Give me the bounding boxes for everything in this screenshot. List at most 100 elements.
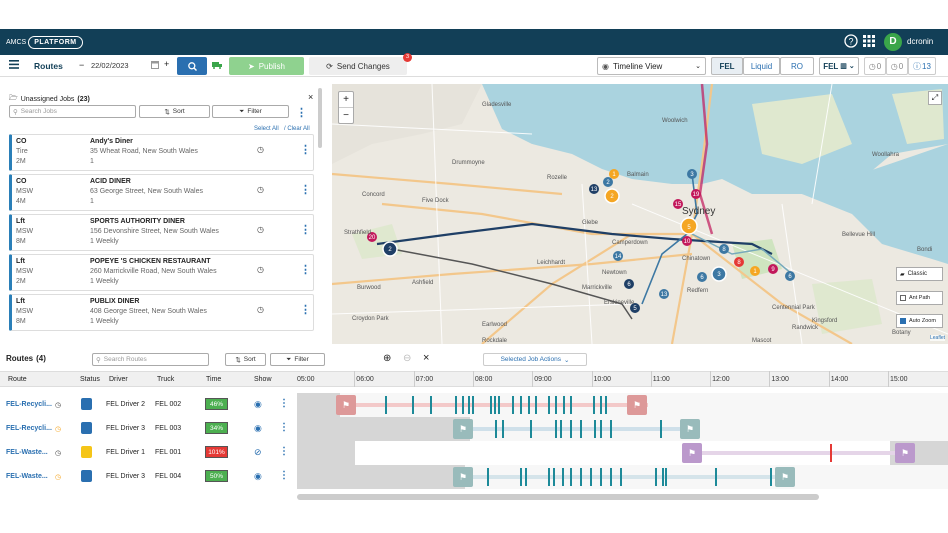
depot-flag-icon[interactable]: ⚑ — [453, 419, 473, 439]
job-stop-marker[interactable] — [555, 420, 557, 438]
expand-icon[interactable]: ⤢ — [928, 91, 942, 105]
zoom-out-button[interactable]: − — [339, 108, 353, 124]
job-stop-marker[interactable] — [570, 468, 572, 486]
auto-zoom-checkbox[interactable] — [900, 318, 906, 324]
depot-flag-icon[interactable]: ⚑ — [680, 419, 700, 439]
more-options-icon[interactable]: ⋮ — [300, 143, 311, 156]
scrollbar[interactable] — [318, 88, 322, 148]
job-stop-marker[interactable] — [580, 468, 582, 486]
depot-flag-icon[interactable]: ⚑ — [336, 395, 356, 415]
job-stop-marker[interactable] — [385, 396, 387, 414]
clock-icon[interactable]: ◷ — [257, 225, 264, 234]
job-stop-marker[interactable] — [487, 468, 489, 486]
job-stop-marker[interactable] — [665, 468, 667, 486]
depot-flag-icon[interactable]: ⚑ — [775, 467, 795, 487]
status-icon[interactable] — [81, 446, 92, 458]
user-name[interactable]: dcronin — [907, 37, 933, 46]
more-options-icon[interactable]: ⋮ — [279, 470, 289, 481]
tab-fel[interactable]: FEL — [711, 57, 743, 75]
job-stop-marker[interactable] — [570, 396, 572, 414]
job-stop-marker[interactable] — [620, 468, 622, 486]
job-stop-marker[interactable] — [468, 396, 470, 414]
job-stop-marker[interactable] — [560, 420, 562, 438]
job-stop-marker[interactable] — [528, 396, 530, 414]
zoom-in-button[interactable]: + — [339, 92, 353, 108]
select-all-link[interactable]: Select All — [254, 126, 279, 132]
clock-icon[interactable]: ◷ — [55, 425, 61, 433]
zoom-in-timeline-icon[interactable]: ⊕ — [383, 353, 391, 364]
status-icon[interactable] — [81, 398, 92, 410]
clock-icon[interactable]: ◷ — [257, 305, 264, 314]
tab-liquid[interactable]: Liquid — [743, 57, 780, 75]
job-stop-marker[interactable] — [830, 444, 832, 462]
more-options-icon[interactable]: ⋮ — [300, 183, 311, 196]
job-stop-marker[interactable] — [593, 396, 595, 414]
amcs-logo[interactable]: AMCS PLATFORM — [6, 32, 83, 52]
status-icon[interactable] — [81, 422, 92, 434]
user-avatar[interactable]: D — [884, 33, 902, 51]
route-name-link[interactable]: FEL-Waste... — [6, 473, 48, 480]
job-stop-marker[interactable] — [655, 468, 657, 486]
publish-button[interactable]: ➤ Publish — [229, 57, 304, 75]
search-button[interactable] — [177, 57, 207, 75]
route-timeline-bar[interactable] — [465, 427, 690, 431]
more-options-icon[interactable]: ⋮ — [300, 223, 311, 236]
more-options-icon[interactable]: ⋮ — [279, 422, 289, 433]
route-row[interactable]: ⚑ ⚑ FEL-Waste... ◷ FEL Driver 1 FEL 001 101% ⊘ ⋮ — [0, 441, 948, 465]
clock-icon[interactable]: ◷ — [257, 185, 264, 194]
clock-icon[interactable]: ◷ — [257, 145, 264, 154]
ant-path-checkbox[interactable] — [900, 295, 906, 301]
route-timeline-bar[interactable] — [690, 451, 910, 455]
route-row[interactable]: ⚑ ⚑ FEL-Recycli... ◷ FEL Driver 3 FEL 003 34% ◉… — [0, 417, 948, 441]
job-stop-marker[interactable] — [548, 396, 550, 414]
clock-icon[interactable]: ◷ — [55, 473, 61, 481]
job-stop-marker[interactable] — [590, 468, 592, 486]
job-stop-marker[interactable] — [610, 420, 612, 438]
timeline-scrollbar[interactable] — [297, 494, 819, 500]
ant-path-toggle[interactable]: Ant Path — [896, 291, 943, 305]
job-stop-marker[interactable] — [525, 468, 527, 486]
job-stop-marker[interactable] — [600, 468, 602, 486]
filter-routes-button[interactable]: ⏷ Filter — [270, 353, 325, 366]
more-options-icon[interactable]: ⋮ — [300, 303, 311, 316]
job-stop-marker[interactable] — [548, 468, 550, 486]
more-options-icon[interactable]: ⋮ — [296, 106, 307, 119]
job-stop-marker[interactable] — [770, 468, 772, 486]
date-input[interactable]: 22/02/2023 — [91, 61, 129, 70]
depot-flag-icon[interactable]: ⚑ — [895, 443, 915, 463]
sort-jobs-button[interactable]: ⇅ Sort — [139, 105, 210, 118]
more-options-icon[interactable]: ⋮ — [300, 263, 311, 276]
job-stop-marker[interactable] — [490, 396, 492, 414]
job-stop-marker[interactable] — [502, 420, 504, 438]
status-icon[interactable] — [81, 470, 92, 482]
route-map[interactable]: 2 2 5 3 13 2 1 3 19 15 10 8 8 1 9 6 6 5 … — [332, 84, 948, 344]
map-style-classic[interactable]: ▰ Classic — [896, 267, 943, 281]
zoom-out-timeline-icon[interactable]: ⊖ — [403, 353, 411, 364]
clock-icon[interactable]: ◷ — [257, 265, 264, 274]
job-stop-marker[interactable] — [520, 468, 522, 486]
map-attribution[interactable]: Leaflet — [930, 335, 946, 341]
send-changes-button[interactable]: ⟳ Send Changes — [309, 57, 407, 75]
more-options-icon[interactable]: ⋮ — [279, 398, 289, 409]
job-stop-marker[interactable] — [495, 420, 497, 438]
job-card[interactable]: CO MSW 4M ACID DINER 63 George Street, New S… — [9, 174, 314, 211]
job-card[interactable]: CO Tire 2M Andy's Diner 35 Wheat Road, New S… — [9, 134, 314, 171]
search-jobs-input[interactable]: ⚲ Search Jobs — [9, 105, 136, 118]
job-stop-marker[interactable] — [562, 468, 564, 486]
view-select[interactable]: ◉ Timeline View ⌄ — [597, 57, 706, 75]
job-stop-marker[interactable] — [462, 396, 464, 414]
job-stop-marker[interactable] — [605, 396, 607, 414]
sort-routes-button[interactable]: ⇅ Sort — [225, 353, 266, 366]
close-icon[interactable]: × — [308, 92, 313, 102]
tab-ro[interactable]: RO — [780, 57, 814, 75]
job-stop-marker[interactable] — [535, 396, 537, 414]
route-name-link[interactable]: FEL-Waste... — [6, 449, 48, 456]
calendar-icon[interactable] — [151, 60, 159, 71]
route-name-link[interactable]: FEL-Recycli... — [6, 401, 52, 408]
job-card[interactable]: Lft MSW 8M PUBLIX DINER 408 George Street, N… — [9, 294, 314, 331]
job-stop-marker[interactable] — [455, 396, 457, 414]
eye-icon[interactable]: ◉ — [254, 399, 262, 410]
job-stop-marker[interactable] — [530, 420, 532, 438]
job-stop-marker[interactable] — [430, 396, 432, 414]
job-stop-marker[interactable] — [610, 468, 612, 486]
